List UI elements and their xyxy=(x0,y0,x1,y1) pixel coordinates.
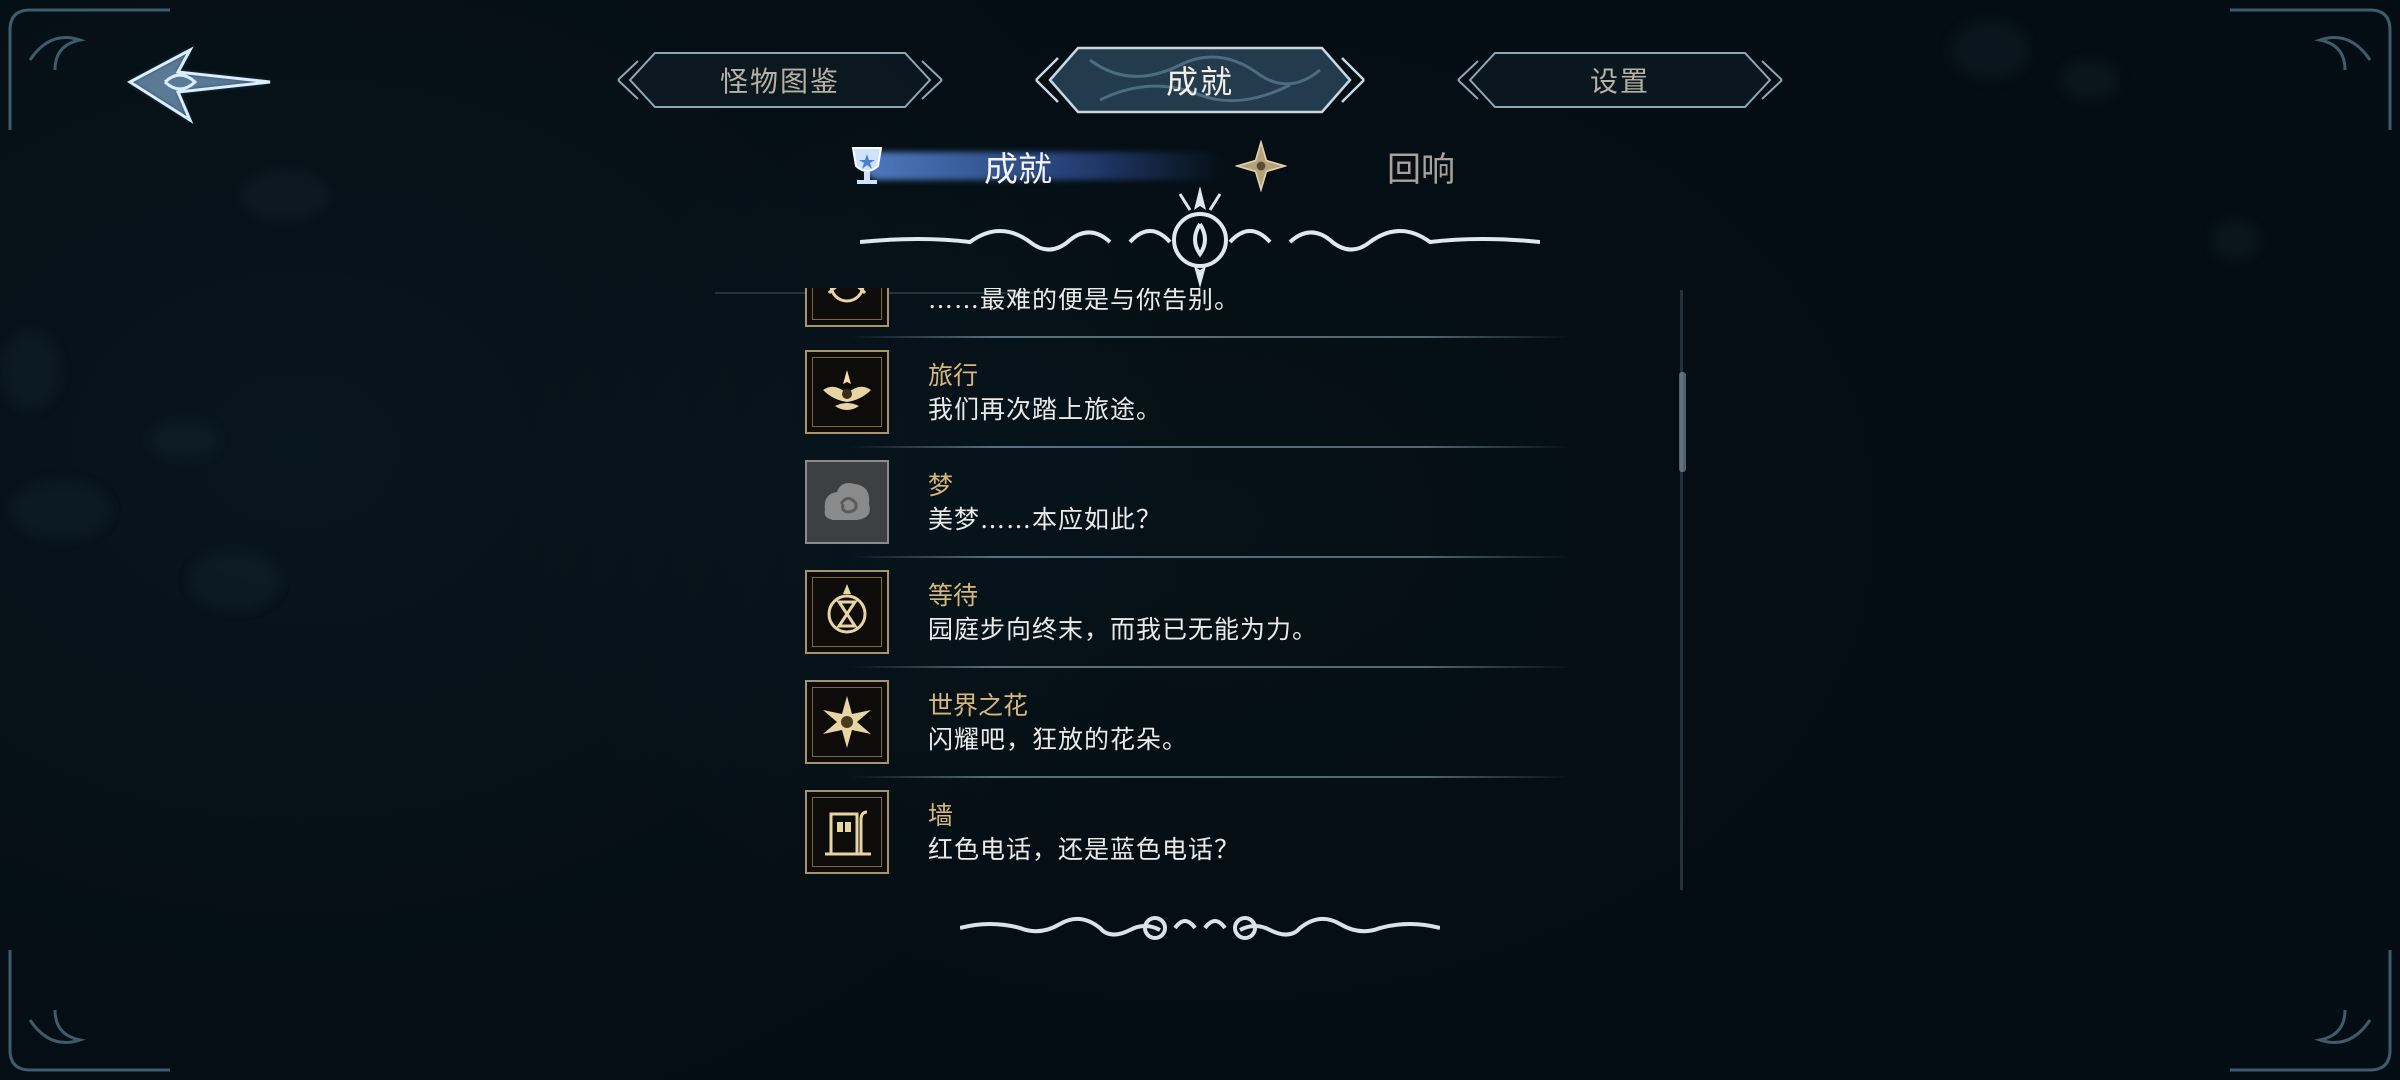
star-flower-icon xyxy=(823,696,871,748)
achievement-desc: 美梦……本应如此？ xyxy=(928,505,1163,534)
tab-label: 成就 xyxy=(1165,63,1234,101)
achievement-desc: ……最难的便是与你告别。 xyxy=(928,288,1241,314)
tab-settings[interactable]: 设置 xyxy=(1450,45,1790,115)
achievement-desc: 闪耀吧，狂放的花朵。 xyxy=(928,725,1189,754)
phone-booth-icon xyxy=(825,810,871,856)
achievement-row[interactable]: 墙 红色电话，还是蓝色电话？ xyxy=(790,778,1570,888)
back-arrow-icon xyxy=(127,46,271,124)
achievement-desc: 红色电话，还是蓝色电话？ xyxy=(928,835,1241,864)
bg-decoration xyxy=(1950,20,2030,80)
tab-monster-compendium[interactable]: 怪物图鉴 xyxy=(610,45,950,115)
achievement-row[interactable]: ……最难的便是与你告别。 xyxy=(790,288,1570,338)
achievement-row[interactable]: 等待 园庭步向终末，而我已无能为力。 xyxy=(790,558,1570,668)
bg-decoration xyxy=(0,330,60,410)
achievement-badge xyxy=(805,680,889,764)
bg-decoration xyxy=(190,550,280,610)
scrollbar-thumb[interactable] xyxy=(1679,372,1686,472)
cloud-swirl-icon xyxy=(824,483,870,520)
four-point-star-icon xyxy=(1235,140,1287,192)
achievement-desc: 我们再次踏上旅途。 xyxy=(928,395,1163,424)
achievement-badge xyxy=(805,288,889,327)
achievement-badge xyxy=(805,570,889,654)
achievement-badge-locked xyxy=(805,460,889,544)
bg-decoration xyxy=(2060,60,2120,100)
bg-decoration xyxy=(2210,220,2260,260)
footer-ornament xyxy=(959,900,1441,950)
achievement-list: ……最难的便是与你告别。 旅行 我们再次踏上旅途。 梦 美梦……本应如此？ 等待… xyxy=(790,288,1690,888)
bg-decoration xyxy=(150,420,220,460)
tab-label: 设置 xyxy=(1589,65,1650,98)
corner-ornament-bottom-left xyxy=(0,940,180,1080)
header-ornament xyxy=(859,180,1541,290)
achievement-badge xyxy=(805,790,889,874)
achievement-title: 世界之花 xyxy=(928,691,1029,720)
game-screen: 怪物图鉴 成就 设置 成就 回响 ……最难的便是与你告别。 旅行 我们再次踏上旅… xyxy=(0,0,2400,1080)
achievement-title: 墙 xyxy=(928,801,954,830)
achievement-row[interactable]: 梦 美梦……本应如此？ xyxy=(790,448,1570,558)
flower-mandala-icon xyxy=(827,288,867,303)
corner-ornament-top-right xyxy=(2220,0,2400,140)
achievement-title: 等待 xyxy=(928,581,979,610)
achievement-badge xyxy=(805,350,889,434)
subtab-label: 成就 xyxy=(984,149,1052,190)
achievement-desc: 园庭步向终末，而我已无能为力。 xyxy=(928,615,1319,644)
achievement-row[interactable]: 旅行 我们再次踏上旅途。 xyxy=(790,338,1570,448)
achievement-title: 旅行 xyxy=(928,361,979,390)
bg-decoration xyxy=(240,170,330,220)
trophy-icon xyxy=(851,147,883,184)
tab-achievements[interactable]: 成就 xyxy=(1030,40,1370,120)
winged-flower-icon xyxy=(823,370,871,410)
achievement-row[interactable]: 世界之花 闪耀吧，狂放的花朵。 xyxy=(790,668,1570,778)
achievement-title: 梦 xyxy=(928,471,954,500)
hourglass-icon xyxy=(827,584,867,634)
corner-ornament-bottom-right xyxy=(2220,940,2400,1080)
tab-label: 怪物图鉴 xyxy=(719,65,840,98)
back-button[interactable] xyxy=(120,40,280,130)
subtab-label: 回响 xyxy=(1387,149,1455,190)
bg-decoration xyxy=(10,480,110,540)
